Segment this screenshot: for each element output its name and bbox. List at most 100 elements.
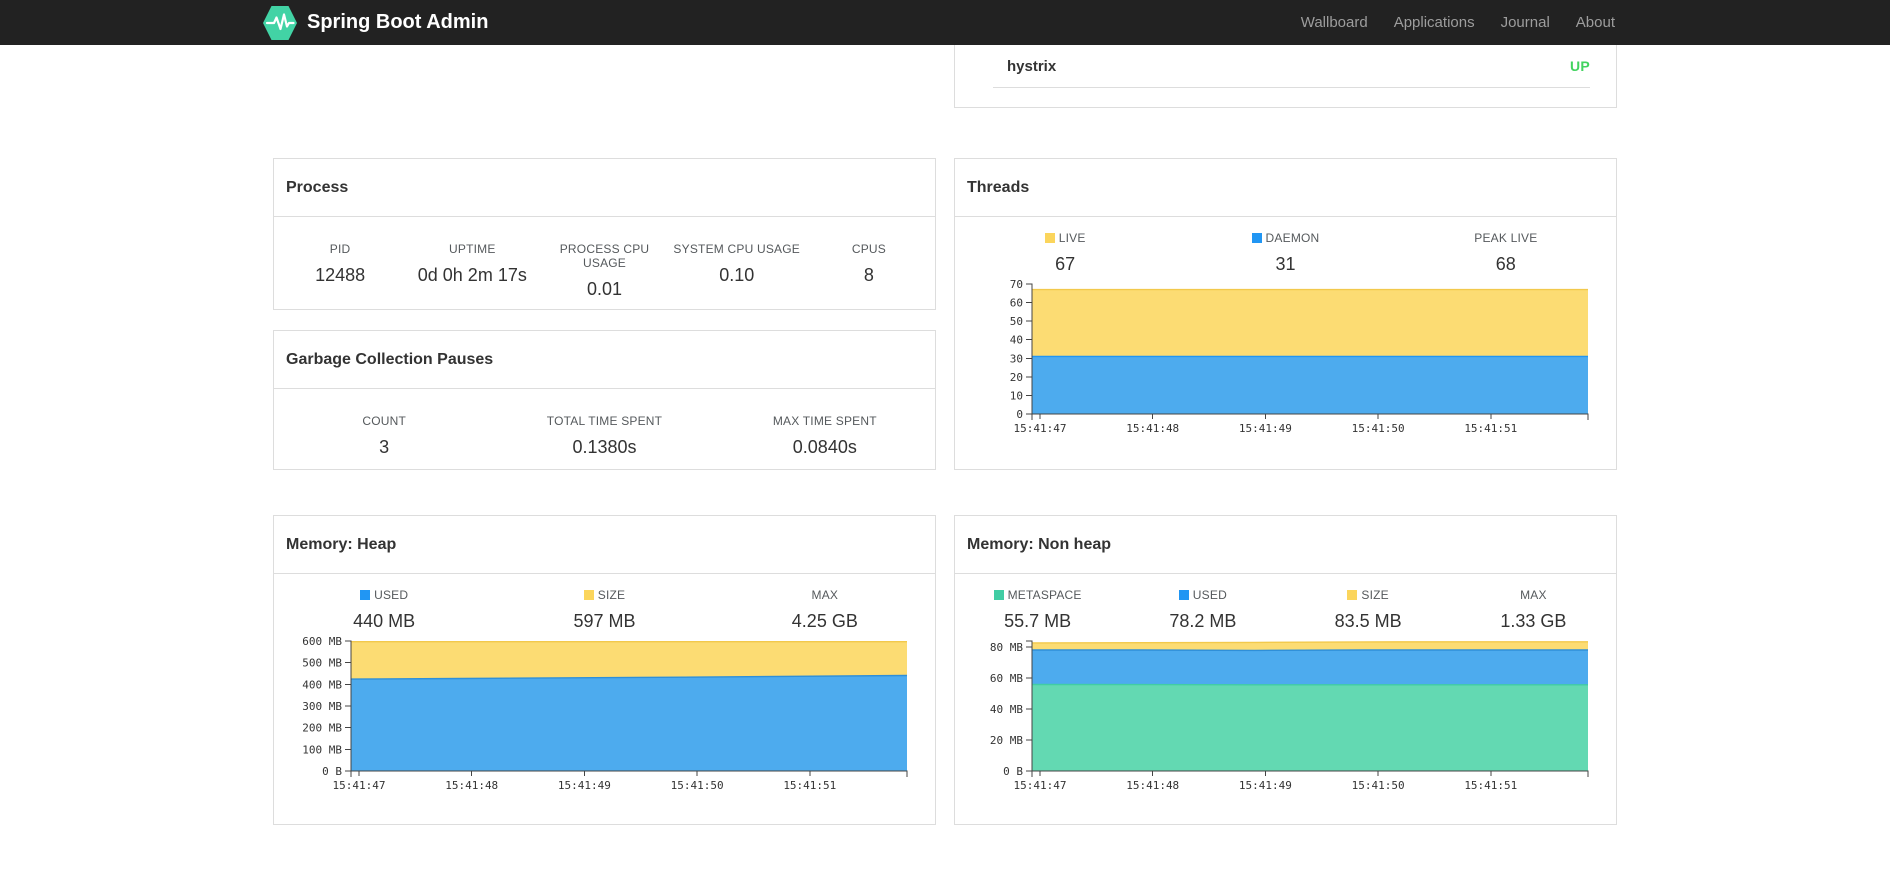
nonheap-chart: 0 B 20 MB 40 MB 60 MB 80 MB 15:41:47 15:41:48 1…	[990, 640, 1589, 792]
nonheap-legend: METASPACE 55.7 MB USED 78.2 MB SIZE 83.5 MB MA…	[955, 574, 1616, 632]
stat-value: 31	[1275, 254, 1296, 274]
stat-process-cpu-usage: PROCESS CPU USAGE 0.01	[538, 242, 670, 300]
stat-label: SYSTEM CPU USAGE	[673, 242, 800, 256]
stat-size: SIZE 83.5 MB	[1286, 588, 1451, 632]
navbar-container: Spring Boot Admin Wallboard Applications J…	[262, 0, 1628, 45]
stat-used: USED 78.2 MB	[1120, 588, 1285, 632]
stat-cpus: CPUS 8	[803, 242, 935, 300]
stat-value: 1.33 GB	[1500, 611, 1567, 631]
legend-swatch-icon	[360, 590, 371, 600]
legend-swatch-icon	[583, 590, 594, 600]
stat-label: DAEMON	[1175, 231, 1395, 245]
memory-heap-card: Memory: Heap USED 440 MB SIZE 597 MB MAX 4.25…	[273, 515, 936, 825]
gc-stats: COUNT 3 TOTAL TIME SPENT 0.1380s MAX TIME SP…	[274, 389, 935, 458]
nav-item-applications[interactable]: Applications	[1381, 0, 1488, 45]
process-card-title: Process	[274, 159, 935, 217]
stat-value: 8	[863, 265, 874, 285]
y-tick-label: 60	[1010, 297, 1023, 310]
legend-swatch-icon	[1178, 590, 1189, 600]
y-tick-label: 600 MB	[302, 636, 342, 648]
legend-swatch-icon	[993, 590, 1004, 600]
process-stats: PID 12488 UPTIME 0d 0h 2m 17s PROCESS CPU US…	[274, 217, 935, 300]
stat-daemon: DAEMON 31	[1175, 231, 1395, 275]
gc-card-title: Garbage Collection Pauses	[274, 331, 935, 389]
heap-chart: 0 B 100 MB 200 MB 300 MB 400 MB 500 MB 600 MB 1…	[302, 636, 908, 792]
y-tick-label: 80 MB	[990, 641, 1023, 654]
application-status-card: hystrix UP	[954, 45, 1617, 108]
stat-max: MAX 4.25 GB	[715, 588, 935, 632]
area-used	[351, 675, 907, 771]
stat-value: 0.1380s	[572, 437, 637, 457]
y-tick-label: 300 MB	[302, 700, 342, 713]
stat-label: TOTAL TIME SPENT	[546, 414, 663, 428]
stat-pid: PID 12488	[274, 242, 406, 300]
threads-card-title: Threads	[955, 159, 1616, 217]
nav-item-about[interactable]: About	[1563, 0, 1628, 45]
stat-size: SIZE 597 MB	[494, 588, 714, 632]
stat-total-time-spent: TOTAL TIME SPENT 0.1380s	[494, 414, 714, 458]
stat-peak-live: PEAK LIVE 68	[1396, 231, 1616, 275]
stat-value: 440 MB	[353, 611, 416, 631]
stat-value: 78.2 MB	[1169, 611, 1237, 631]
heap-legend: USED 440 MB SIZE 597 MB MAX 4.25 GB	[274, 574, 935, 632]
stat-value: 3	[379, 437, 390, 457]
stat-value: 0d 0h 2m 17s	[417, 265, 527, 285]
stat-label: MAX	[811, 588, 839, 602]
y-tick-label: 20 MB	[990, 734, 1023, 747]
nav-links: Wallboard Applications Journal About	[1288, 0, 1628, 45]
application-name: hystrix	[1007, 57, 1057, 75]
stat-used: USED 440 MB	[274, 588, 494, 632]
stat-value: 4.25 GB	[791, 611, 858, 631]
navbar: Spring Boot Admin Wallboard Applications J…	[0, 0, 1890, 45]
stat-label: MAX	[1520, 588, 1547, 602]
legend-swatch-icon	[1251, 233, 1262, 243]
x-tick-label: 15:41:48	[1126, 779, 1179, 792]
brand-title: Spring Boot Admin	[307, 11, 489, 33]
stat-live: LIVE 67	[955, 231, 1175, 275]
heap-card-title: Memory: Heap	[274, 516, 935, 574]
y-tick-label: 70	[1010, 279, 1023, 291]
y-tick-label: 50	[1010, 315, 1023, 328]
y-tick-label: 20	[1010, 371, 1023, 384]
x-tick-label: 15:41:51	[783, 779, 836, 792]
stat-label: SIZE	[494, 588, 714, 602]
x-tick-label: 15:41:47	[1014, 779, 1067, 792]
stat-label: PEAK LIVE	[1474, 231, 1538, 245]
stat-label: PROCESS CPU USAGE	[559, 242, 650, 270]
stat-label: METASPACE	[955, 588, 1120, 602]
stat-label: PID	[329, 242, 351, 256]
y-tick-label: 40 MB	[990, 703, 1023, 716]
brand[interactable]: Spring Boot Admin	[262, 5, 488, 41]
page: Spring Boot Admin Wallboard Applications J…	[0, 0, 1890, 892]
stat-label: LIVE	[955, 231, 1175, 245]
nav-item-wallboard[interactable]: Wallboard	[1288, 0, 1381, 45]
stat-metaspace: METASPACE 55.7 MB	[955, 588, 1120, 632]
stat-label: CPUS	[851, 242, 886, 256]
stat-value: 0.0840s	[792, 437, 857, 457]
x-tick-label: 15:41:47	[333, 779, 386, 792]
memory-section: Memory: Heap USED 440 MB SIZE 597 MB MAX 4.25…	[273, 515, 1617, 825]
stat-max-time-spent: MAX TIME SPENT 0.0840s	[715, 414, 935, 458]
gc-pauses-card: Garbage Collection Pauses COUNT 3 TOTAL TI…	[273, 330, 936, 470]
x-tick-label: 15:41:48	[445, 779, 498, 792]
stat-label: SIZE	[1286, 588, 1451, 602]
area-metaspace	[1032, 684, 1588, 771]
legend-swatch-icon	[1044, 233, 1055, 243]
stat-label: UPTIME	[449, 242, 496, 256]
area-daemon	[1032, 356, 1588, 414]
memory-nonheap-card: Memory: Non heap METASPACE 55.7 MB USED 78.…	[954, 515, 1617, 825]
x-tick-label: 15:41:51	[1464, 422, 1517, 435]
x-tick-label: 15:41:48	[1126, 422, 1179, 435]
process-card: Process PID 12488 UPTIME 0d 0h 2m 17s PROCES…	[273, 158, 936, 310]
y-tick-label: 0 B	[322, 765, 342, 778]
application-row[interactable]: hystrix UP	[993, 45, 1590, 88]
stat-label: USED	[274, 588, 494, 602]
stat-value: 0.01	[586, 279, 623, 299]
x-tick-label: 15:41:49	[1239, 422, 1292, 435]
legend-swatch-icon	[1347, 590, 1358, 600]
application-status-badge: UP	[1569, 58, 1590, 74]
nav-item-journal[interactable]: Journal	[1488, 0, 1563, 45]
stat-value: 597 MB	[573, 611, 636, 631]
nonheap-card-title: Memory: Non heap	[955, 516, 1616, 574]
stat-value: 68	[1495, 254, 1516, 274]
